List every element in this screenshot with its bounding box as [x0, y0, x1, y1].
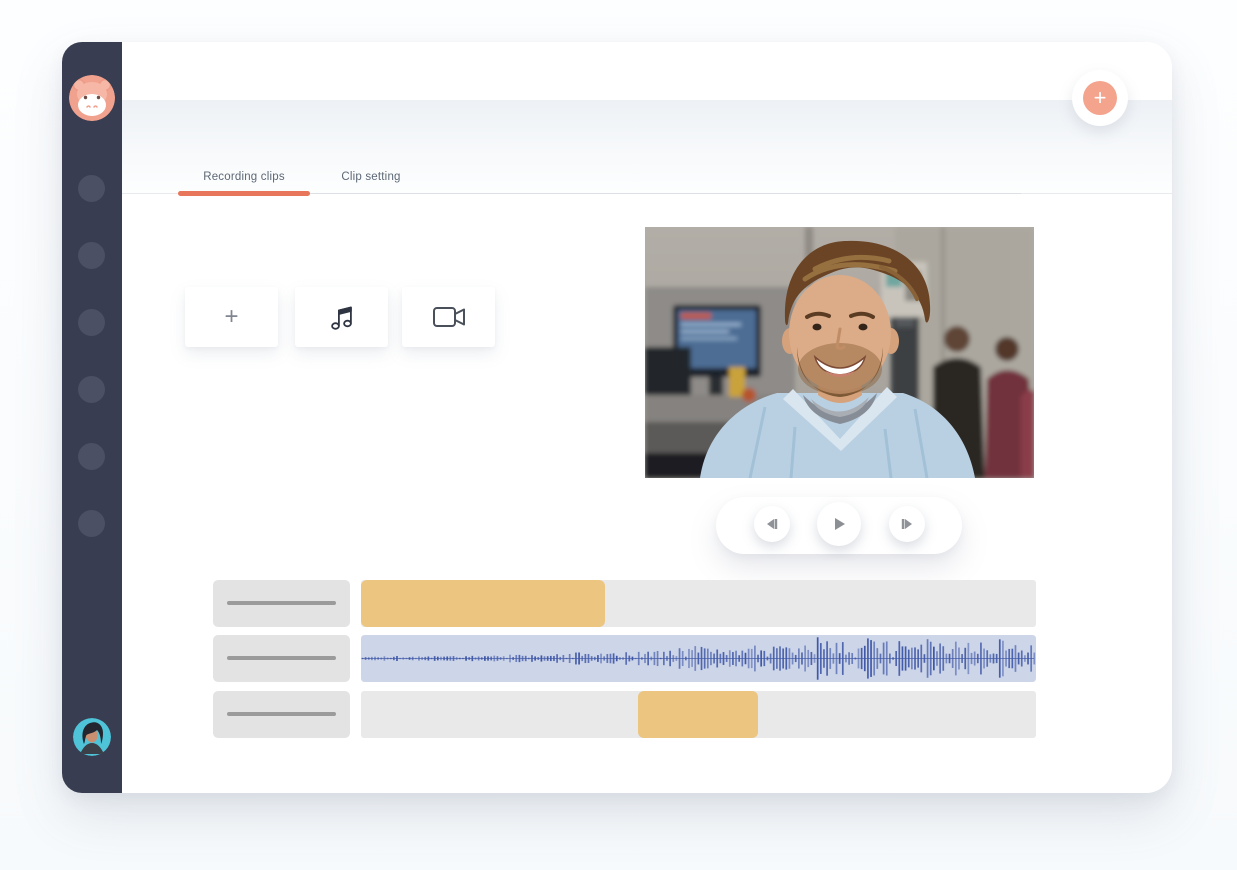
track-1-handle[interactable] — [213, 580, 350, 627]
next-button[interactable] — [889, 506, 925, 542]
previous-button[interactable] — [754, 506, 790, 542]
video-preview-image — [645, 227, 1034, 478]
add-recording-button[interactable]: + — [1083, 81, 1117, 115]
player-controls — [716, 497, 962, 554]
overlay-clip[interactable] — [638, 691, 758, 738]
audio-waveform-clip[interactable] — [361, 635, 1036, 682]
sidebar-item-4[interactable] — [78, 376, 105, 403]
add-music-button[interactable] — [295, 287, 388, 347]
active-tab-underline — [178, 191, 310, 196]
sidebar — [62, 42, 122, 793]
user-avatar[interactable] — [73, 718, 111, 756]
video-clip[interactable] — [361, 580, 605, 627]
user-avatar-image — [73, 718, 111, 756]
tab-recording-clips[interactable]: Recording clips — [178, 166, 310, 188]
track-2-handle[interactable] — [213, 635, 350, 682]
sidebar-item-2[interactable] — [78, 242, 105, 269]
main-panel: + Recording clips Clip setting + — [122, 42, 1172, 793]
tab-clip-setting[interactable]: Clip setting — [311, 166, 431, 188]
track-3-handle[interactable] — [213, 691, 350, 738]
sidebar-item-5[interactable] — [78, 443, 105, 470]
skip-back-icon — [764, 516, 780, 532]
add-clip-button[interactable]: + — [185, 287, 278, 347]
sidebar-item-3[interactable] — [78, 309, 105, 336]
music-note-icon — [326, 301, 358, 333]
desktop-background: + Recording clips Clip setting + — [0, 0, 1237, 870]
play-icon — [830, 515, 848, 533]
video-camera-icon — [431, 303, 467, 331]
play-button[interactable] — [817, 502, 861, 546]
app-window: + Recording clips Clip setting + — [62, 42, 1172, 793]
skip-forward-icon — [899, 516, 915, 532]
app-logo[interactable] — [69, 75, 115, 121]
track-1-lane[interactable] — [361, 580, 1036, 627]
track-3-lane[interactable] — [361, 691, 1036, 738]
add-video-button[interactable] — [402, 287, 495, 347]
plus-icon: + — [1094, 85, 1107, 110]
sidebar-item-6[interactable] — [78, 510, 105, 537]
mascot-logo-icon — [69, 75, 115, 121]
track-2-lane[interactable] — [361, 635, 1036, 682]
sidebar-item-1[interactable] — [78, 175, 105, 202]
plus-icon: + — [224, 305, 238, 329]
